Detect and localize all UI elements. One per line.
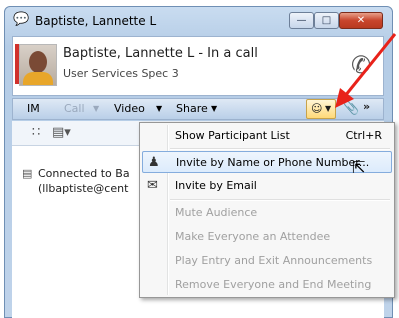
menu-item-label: Mute Audience bbox=[175, 206, 258, 219]
people-options-button[interactable]: ☺ ▼ bbox=[306, 99, 336, 119]
more-options-icon[interactable]: » bbox=[363, 100, 370, 113]
mouse-cursor-icon: ⇱ bbox=[352, 158, 366, 177]
chevron-down-icon[interactable]: ▼ bbox=[211, 104, 217, 113]
conversation-status-line: Connected to Ba bbox=[38, 167, 130, 180]
menu-item-show-participant-list[interactable]: Show Participant List Ctrl+R bbox=[142, 125, 392, 147]
invite-person-icon: ♟ bbox=[148, 155, 160, 170]
avatar[interactable] bbox=[19, 44, 57, 86]
menu-item-label: Remove Everyone and End Meeting bbox=[175, 278, 372, 291]
tab-call: Call bbox=[64, 102, 85, 115]
menu-item-make-everyone-attendee: Make Everyone an Attendee bbox=[142, 226, 392, 248]
email-icon: ✉ bbox=[147, 178, 158, 193]
grid-icon[interactable]: ∷ bbox=[32, 125, 40, 140]
chat-bubble-icon: 💬 bbox=[13, 12, 30, 27]
maximize-button[interactable]: □ bbox=[314, 12, 339, 29]
contact-title: User Services Spec 3 bbox=[63, 67, 179, 80]
paperclip-icon[interactable]: 📎 bbox=[343, 101, 359, 116]
menu-item-label: Show Participant List bbox=[175, 129, 290, 142]
title-bar[interactable]: 💬 Baptiste, Lannette L — □ ✕ bbox=[5, 7, 392, 35]
tab-share[interactable]: Share bbox=[176, 102, 208, 115]
avatar-shirt bbox=[23, 72, 53, 85]
window-title: Baptiste, Lannette L bbox=[35, 14, 157, 28]
layout-icon[interactable]: ▤▾ bbox=[52, 125, 71, 140]
minimize-button[interactable]: — bbox=[289, 12, 314, 29]
close-button[interactable]: ✕ bbox=[339, 12, 383, 29]
people-options-menu: Show Participant List Ctrl+R ♟ Invite by… bbox=[139, 122, 395, 298]
menu-item-label: Invite by Email bbox=[175, 179, 257, 192]
menu-item-shortcut: Ctrl+R bbox=[345, 129, 382, 142]
contact-card: Baptiste, Lannette L - In a call User Se… bbox=[12, 36, 384, 96]
menu-separator bbox=[170, 148, 390, 150]
contact-name-status: Baptiste, Lannette L - In a call bbox=[63, 46, 258, 61]
message-icon: ▤ bbox=[22, 167, 33, 180]
chevron-down-icon: ▼ bbox=[325, 104, 332, 113]
menu-item-mute-audience: Mute Audience bbox=[142, 202, 392, 224]
chevron-down-icon: ▼ bbox=[93, 104, 100, 113]
tab-im[interactable]: IM bbox=[27, 102, 40, 115]
menu-item-invite-by-email[interactable]: ✉ Invite by Email bbox=[142, 175, 392, 197]
avatar-face bbox=[29, 51, 47, 73]
menu-item-play-announcements: Play Entry and Exit Announcements bbox=[142, 250, 392, 272]
menu-item-label: Invite by Name or Phone Number... bbox=[176, 156, 370, 169]
menu-item-label: Make Everyone an Attendee bbox=[175, 230, 331, 243]
tab-video[interactable]: Video bbox=[114, 102, 145, 115]
modality-toolbar: IM Call ▼ Video ▼ Share ▼ ☺ ▼ 📎 » bbox=[12, 98, 384, 120]
conversation-status-line: (llbaptiste@cent bbox=[38, 182, 129, 195]
menu-separator bbox=[170, 199, 390, 201]
people-icon: ☺ bbox=[311, 102, 323, 115]
menu-item-label: Play Entry and Exit Announcements bbox=[175, 254, 373, 267]
phone-icon[interactable]: ✆ bbox=[351, 51, 371, 79]
chevron-down-icon[interactable]: ▼ bbox=[156, 104, 162, 113]
menu-item-remove-everyone: Remove Everyone and End Meeting bbox=[142, 274, 392, 296]
